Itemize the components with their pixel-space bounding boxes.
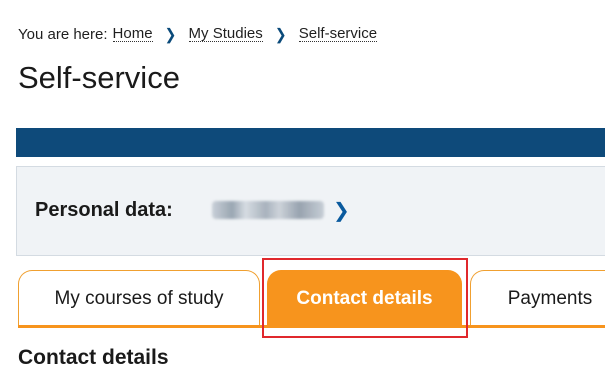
header-bar <box>16 128 605 157</box>
section-heading: Contact details <box>18 346 169 369</box>
breadcrumb: You are here: Home ❯ My Studies ❯ Self-s… <box>18 23 378 45</box>
chevron-right-icon: ❯ <box>164 24 177 43</box>
breadcrumb-link-self-service[interactable]: Self-service <box>298 26 378 42</box>
personal-data-label: Personal data: <box>35 199 173 221</box>
personal-name-blurred[interactable] <box>212 201 324 219</box>
chevron-right-icon[interactable]: ❯ <box>333 198 350 223</box>
page: You are here: Home ❯ My Studies ❯ Self-s… <box>0 0 605 392</box>
breadcrumb-prefix: You are here: <box>18 25 108 43</box>
page-title: Self-service <box>18 60 180 95</box>
tab-payments[interactable]: Payments <box>470 270 605 326</box>
tab-bar: My courses of study Contact details Paym… <box>18 268 605 330</box>
tab-underline <box>18 325 605 328</box>
breadcrumb-link-my-studies[interactable]: My Studies <box>188 26 263 42</box>
breadcrumb-link-home[interactable]: Home <box>112 26 153 42</box>
personal-data-panel: Personal data: ❯ <box>16 166 605 256</box>
tab-my-courses-of-study[interactable]: My courses of study <box>18 270 260 326</box>
chevron-right-icon: ❯ <box>274 24 287 43</box>
tab-contact-details[interactable]: Contact details <box>267 270 462 326</box>
